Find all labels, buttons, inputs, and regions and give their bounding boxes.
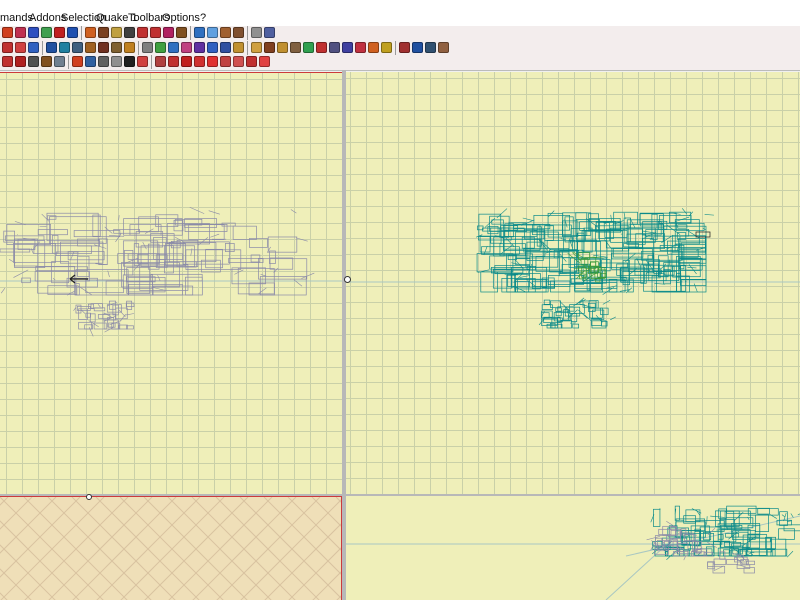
toolbar-button-3-2[interactable] [15, 56, 26, 67]
toolbar-separator [247, 41, 248, 55]
toolbar-button-1-9[interactable] [111, 27, 122, 38]
toolbar-button-2-12[interactable] [155, 42, 166, 53]
toolbar-separator [247, 26, 248, 40]
toolbar-button-2-16[interactable] [207, 42, 218, 53]
toolbar-button-1-7[interactable] [85, 27, 96, 38]
toolbar-button-2-15[interactable] [194, 42, 205, 53]
toolbar-button-3-12[interactable] [155, 56, 166, 67]
toolbar-button-2-25[interactable] [329, 42, 340, 53]
toolbar-button-2-17[interactable] [220, 42, 231, 53]
toolbar-separator [395, 41, 396, 55]
toolbar-button-3-1[interactable] [2, 56, 13, 67]
vertical-splitter[interactable] [342, 70, 346, 600]
toolbar-button-2-22[interactable] [290, 42, 301, 53]
toolbar-button-1-18[interactable] [233, 27, 244, 38]
toolbar-button-2-23[interactable] [303, 42, 314, 53]
toolbar-button-2-14[interactable] [181, 42, 192, 53]
toolbar-button-2-4[interactable] [46, 42, 57, 53]
toolbar-button-2-18[interactable] [233, 42, 244, 53]
toolbar-button-1-16[interactable] [207, 27, 218, 38]
toolbar-button-3-4[interactable] [41, 56, 52, 67]
toolbar-separator [151, 55, 152, 69]
splitter-handle-vertical[interactable] [344, 276, 351, 283]
toolbar-row-1 [0, 26, 800, 40]
toolbar-button-2-19[interactable] [251, 42, 262, 53]
title-strip [0, 0, 800, 10]
toolbar-button-1-2[interactable] [15, 27, 26, 38]
toolbar-row-2 [0, 41, 800, 55]
toolbar-separator [68, 55, 69, 69]
toolbar-button-3-10[interactable] [124, 56, 135, 67]
toolbar-button-2-33[interactable] [438, 42, 449, 53]
toolbar-button-2-2[interactable] [15, 42, 26, 53]
toolbar-button-2-8[interactable] [98, 42, 109, 53]
toolbar-button-2-9[interactable] [111, 42, 122, 53]
splitter-handle-horizontal[interactable] [86, 494, 92, 500]
viewport-top-right[interactable] [346, 72, 800, 494]
toolbar-button-1-3[interactable] [28, 27, 39, 38]
toolbar-button-3-11[interactable] [137, 56, 148, 67]
toolbar-button-2-3[interactable] [28, 42, 39, 53]
toolbar-button-3-13[interactable] [168, 56, 179, 67]
horizontal-splitter[interactable] [0, 494, 800, 496]
toolbar-area [0, 26, 800, 71]
viewport-bottom-right[interactable] [346, 496, 800, 600]
toolbar-button-2-5[interactable] [59, 42, 70, 53]
toolbar-button-3-14[interactable] [181, 56, 192, 67]
toolbar-button-1-11[interactable] [137, 27, 148, 38]
toolbar-button-1-13[interactable] [163, 27, 174, 38]
toolbar-button-1-8[interactable] [98, 27, 109, 38]
toolbar-button-3-5[interactable] [54, 56, 65, 67]
toolbar-separator [42, 41, 43, 55]
toolbar-button-2-6[interactable] [72, 42, 83, 53]
toolbar-button-2-27[interactable] [355, 42, 366, 53]
toolbar-button-2-1[interactable] [2, 42, 13, 53]
toolbar-button-2-20[interactable] [264, 42, 275, 53]
toolbar-separator [81, 26, 82, 40]
toolbar-button-1-17[interactable] [220, 27, 231, 38]
toolbar-button-3-17[interactable] [220, 56, 231, 67]
toolbar-button-3-16[interactable] [207, 56, 218, 67]
toolbar-button-1-5[interactable] [54, 27, 65, 38]
toolbar-button-3-9[interactable] [111, 56, 122, 67]
toolbar-button-1-15[interactable] [194, 27, 205, 38]
toolbar-button-2-28[interactable] [368, 42, 379, 53]
toolbar-button-2-24[interactable] [316, 42, 327, 53]
toolbar-row-3 [0, 55, 800, 69]
toolbar-button-2-31[interactable] [412, 42, 423, 53]
toolbar-button-1-1[interactable] [2, 27, 13, 38]
toolbar-button-2-32[interactable] [425, 42, 436, 53]
toolbar-button-2-10[interactable] [124, 42, 135, 53]
toolbar-button-3-20[interactable] [259, 56, 270, 67]
toolbar-button-3-7[interactable] [85, 56, 96, 67]
toolbar-button-2-13[interactable] [168, 42, 179, 53]
toolbar-button-3-18[interactable] [233, 56, 244, 67]
toolbar-button-2-26[interactable] [342, 42, 353, 53]
toolbar-button-2-21[interactable] [277, 42, 288, 53]
toolbar-separator [138, 41, 139, 55]
menu-options[interactable]: Options [162, 12, 200, 24]
toolbar-button-2-7[interactable] [85, 42, 96, 53]
menu-bar: mands Addons Selection Quake 1 Toolbars … [0, 10, 800, 26]
toolbar-button-1-10[interactable] [124, 27, 135, 38]
toolbar-button-2-11[interactable] [142, 42, 153, 53]
toolbar-button-1-20[interactable] [264, 27, 275, 38]
toolbar-separator [190, 26, 191, 40]
viewport-bottom-left[interactable] [0, 496, 342, 600]
toolbar-button-1-6[interactable] [67, 27, 78, 38]
toolbar-button-2-29[interactable] [381, 42, 392, 53]
menu-help[interactable]: ? [200, 12, 206, 24]
toolbar-button-3-3[interactable] [28, 56, 39, 67]
toolbar-button-3-15[interactable] [194, 56, 205, 67]
toolbar-button-1-14[interactable] [176, 27, 187, 38]
toolbar-button-3-8[interactable] [98, 56, 109, 67]
toolbar-button-1-4[interactable] [41, 27, 52, 38]
toolbar-button-3-19[interactable] [246, 56, 257, 67]
toolbar-button-2-30[interactable] [399, 42, 410, 53]
toolbar-button-3-6[interactable] [72, 56, 83, 67]
toolbar-button-1-19[interactable] [251, 27, 262, 38]
toolbar-button-1-12[interactable] [150, 27, 161, 38]
viewport-top-left[interactable] [0, 72, 342, 494]
